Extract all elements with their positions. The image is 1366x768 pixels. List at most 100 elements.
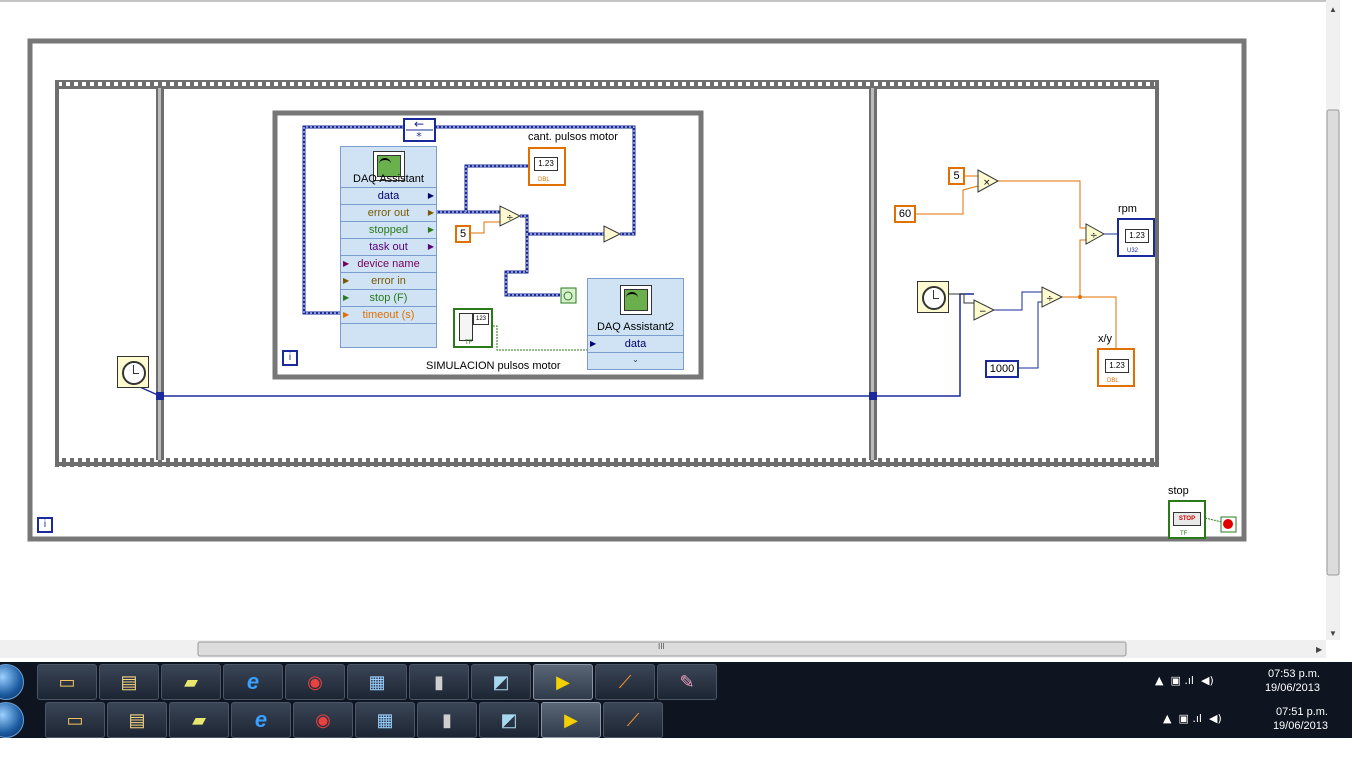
calculator-icon: ▦	[376, 710, 394, 730]
stop-button-control[interactable]: STOP TF	[1168, 500, 1206, 539]
notepad-icon: ◩	[492, 672, 510, 692]
start-orb-icon[interactable]	[0, 702, 24, 738]
constant-1000[interactable]: 1000	[985, 360, 1019, 378]
tray-expand-icon[interactable]: ▲	[1163, 712, 1171, 725]
taskbar-notepad-button[interactable]: ◩	[471, 664, 531, 700]
taskbar-device-server-button[interactable]: ▮	[409, 664, 469, 700]
taskbar-internet-explorer-button[interactable]: e	[231, 702, 291, 738]
inner-loop-label: SIMULACION pulsos motor	[426, 360, 561, 372]
terminal-arrow-icon: ▶	[427, 191, 434, 200]
taskbar-sticky-notes-button[interactable]: ▰	[169, 702, 229, 738]
volume-icon[interactable]: ◀)	[1209, 712, 1222, 725]
taskbar-device-server-button[interactable]: ▮	[417, 702, 477, 738]
terminal-arrow-icon: ▶	[343, 259, 350, 268]
daq-assistant2-express-vi[interactable]: DAQ Assistant2 ▶ data ⌄	[587, 278, 684, 370]
svg-text:÷: ÷	[506, 213, 514, 223]
xy-label: x/y	[1098, 333, 1113, 345]
device-server-icon: ▮	[442, 710, 452, 730]
daq-terminal-label: timeout (s)	[362, 309, 415, 321]
clock-time: 07:53 p.m.	[1268, 668, 1320, 680]
outer-loop-iteration-terminal[interactable]: i	[37, 517, 53, 533]
daq-terminal-stopped[interactable]: ▶ stopped	[341, 221, 436, 238]
scroll-grip: III	[658, 642, 665, 651]
svg-text:*: *	[416, 130, 422, 143]
sticky-notes-icon: ▰	[192, 710, 206, 730]
daq-terminal-stop-f[interactable]: ▶ stop (F)	[341, 289, 436, 306]
taskbar-clock[interactable]: 07:53 p.m. 19/06/2013	[1250, 667, 1320, 695]
daq-terminal-task-out[interactable]: ▶ task out	[341, 238, 436, 255]
taskbar-clock[interactable]: 07:51 p.m. 19/06/2013	[1258, 705, 1328, 733]
signal-icon[interactable]: .ıl	[1184, 674, 1194, 687]
terminal-arrow-icon: ▶	[427, 242, 434, 251]
terminal-arrow-icon: ▶	[427, 225, 434, 234]
clock-time: 07:51 p.m.	[1276, 706, 1328, 718]
taskbar-chrome-button[interactable]: ◉	[285, 664, 345, 700]
internet-explorer-icon: e	[246, 669, 260, 694]
daq-terminal-label: stop (F)	[369, 292, 408, 304]
taskbar-remote-desktop-button[interactable]: ▭	[45, 702, 105, 738]
start-orb-icon[interactable]	[0, 664, 24, 700]
convert-node[interactable]	[560, 287, 577, 304]
tray-expand-icon[interactable]: ▲	[1155, 674, 1163, 687]
taskbar-remote-desktop-button[interactable]: ▭	[37, 664, 97, 700]
tick-count-icon[interactable]	[917, 281, 949, 313]
taskbar-labview-button[interactable]: ▶	[541, 702, 601, 738]
boolean-control-inner[interactable]: 123 TF	[453, 308, 493, 348]
compare-node[interactable]	[603, 225, 622, 243]
daq-terminal-label: task out	[369, 241, 408, 253]
taskbar-calculator-button[interactable]: ▦	[355, 702, 415, 738]
volume-icon[interactable]: ◀)	[1201, 674, 1214, 687]
explorer-icon: ▤	[128, 710, 146, 730]
clock-date: 19/06/2013	[1264, 682, 1320, 694]
inner-loop-iteration-terminal[interactable]: i	[282, 350, 298, 366]
taskbar-chrome-button[interactable]: ◉	[293, 702, 353, 738]
taskbar-upper: ▭ ▤ ▰ e ◉ ▦ ▮ ◩ ▶ ⟋ ✎ ▲ ▣ .ıl ◀) 07:53 p.m. 19/06/201…	[0, 662, 1352, 700]
cant-pulsos-indicator[interactable]: 1.23 DBL	[528, 147, 566, 186]
daq2-data-terminal[interactable]: ▶ data	[588, 335, 683, 352]
taskbar-explorer-button[interactable]: ▤	[107, 702, 167, 738]
system-tray[interactable]: ▲ ▣ .ıl ◀)	[1163, 712, 1222, 725]
svg-text:▼: ▼	[1329, 629, 1337, 638]
constant-60[interactable]: 60	[894, 205, 916, 223]
analytics-icon: ⟋	[626, 710, 640, 730]
daq-terminal-device-name[interactable]: ▶ device name	[341, 255, 436, 272]
taskbar-sticky-notes-button[interactable]: ▰	[161, 664, 221, 700]
network-icon[interactable]: ▣	[1178, 712, 1188, 725]
taskbar-explorer-button[interactable]: ▤	[99, 664, 159, 700]
taskbar-internet-explorer-button[interactable]: e	[223, 664, 283, 700]
taskbar-labview-button[interactable]: ▶	[533, 664, 593, 700]
network-icon[interactable]: ▣	[1170, 674, 1180, 687]
notepad-icon: ◩	[500, 710, 518, 730]
rpm-label: rpm	[1118, 203, 1137, 215]
daq-assistant2-title: DAQ Assistant2	[596, 321, 675, 333]
calculator-icon: ▦	[368, 672, 386, 692]
labview-icon: ▶	[556, 672, 570, 692]
wait-timer-icon[interactable]	[117, 356, 149, 388]
taskbar-paint-button[interactable]: ✎	[657, 664, 717, 700]
taskbar-analytics-button[interactable]: ⟋	[595, 664, 655, 700]
taskbar-analytics-button[interactable]: ⟋	[603, 702, 663, 738]
rpm-indicator[interactable]: 1.23 U32	[1117, 218, 1155, 257]
signal-icon[interactable]: .ıl	[1192, 712, 1202, 725]
svg-text:×: ×	[983, 178, 991, 188]
constant-5-inner[interactable]: 5	[455, 225, 471, 243]
xy-indicator[interactable]: 1.23 DBL	[1097, 348, 1135, 387]
system-tray[interactable]: ▲ ▣ .ıl ◀)	[1155, 674, 1214, 687]
daq-terminal-error-in[interactable]: ▶ error in	[341, 272, 436, 289]
chrome-icon: ◉	[307, 672, 323, 692]
daq-terminal-error-out[interactable]: ▶ error out	[341, 204, 436, 221]
svg-text:▲: ▲	[1329, 5, 1337, 14]
terminal-arrow-icon: ▶	[343, 310, 350, 319]
explorer-icon: ▤	[120, 672, 138, 692]
daq-assistant-express-vi[interactable]: DAQ Assistant ▶ data ▶ error out ▶ stopped ▶ ta…	[340, 146, 437, 348]
daq-terminal-label: stopped	[368, 224, 409, 236]
daq-terminal-timeout-s[interactable]: ▶ timeout (s)	[341, 306, 436, 323]
svg-text:▶: ▶	[1316, 645, 1323, 654]
taskbar-notepad-button[interactable]: ◩	[479, 702, 539, 738]
terminal-arrow-icon: ▶	[343, 293, 350, 302]
svg-text:÷: ÷	[1090, 231, 1098, 241]
constant-5-right[interactable]: 5	[948, 167, 965, 185]
stop-label: stop	[1168, 485, 1189, 497]
taskbar-calculator-button[interactable]: ▦	[347, 664, 407, 700]
daq-terminal-data[interactable]: ▶ data	[341, 187, 436, 204]
